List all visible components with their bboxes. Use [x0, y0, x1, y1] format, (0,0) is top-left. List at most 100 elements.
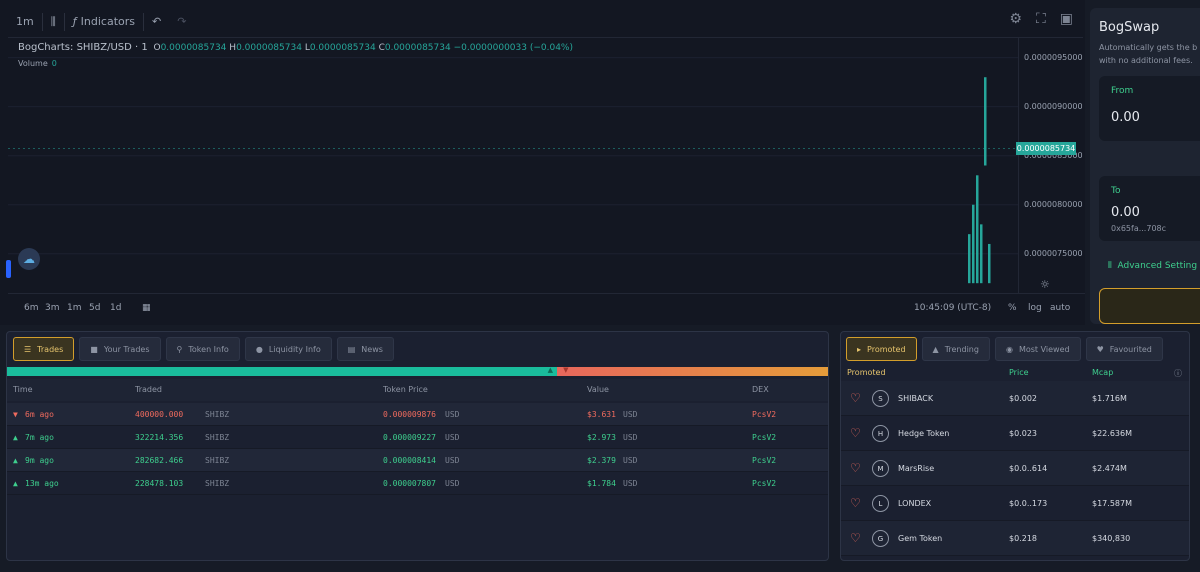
- trades-tabs: ☰ Trades ■ Your Trades ⚲ Token Info ● Liquid…: [13, 337, 394, 361]
- log-toggle[interactable]: log: [1028, 303, 1042, 313]
- advanced-settings-button[interactable]: ⫴ Advanced Setting: [1108, 261, 1197, 271]
- redo-icon[interactable]: ↷: [169, 11, 194, 33]
- fullscreen-icon[interactable]: ⛶: [1036, 11, 1046, 27]
- range-1d[interactable]: 1d: [110, 303, 121, 313]
- token-name[interactable]: Hedge Token: [898, 429, 949, 438]
- candle[interactable]: [976, 175, 979, 284]
- swap-button[interactable]: [1099, 288, 1200, 324]
- tab-most-viewed[interactable]: ◉ Most Viewed: [994, 337, 1081, 361]
- token-name[interactable]: MarsRise: [898, 464, 934, 473]
- swap-subtitle-line2: with no additional fees.: [1099, 56, 1193, 65]
- trade-value-currency: USD: [623, 456, 638, 465]
- token-price: $0.218: [1009, 534, 1037, 543]
- tab-your-trades[interactable]: ■ Your Trades: [79, 337, 161, 361]
- tab-token-info[interactable]: ⚲ Token Info: [165, 337, 240, 361]
- token-mcap: $22.636M: [1092, 429, 1132, 438]
- favourite-heart-icon[interactable]: ♡: [850, 496, 861, 510]
- bog-logo-icon: ☁: [18, 248, 40, 270]
- indicators-button[interactable]: ƒ Indicators: [65, 11, 143, 33]
- favourite-heart-icon[interactable]: ♡: [850, 426, 861, 440]
- token-mcap: $1.716M: [1092, 394, 1127, 403]
- trade-price: 0.000007807: [383, 479, 436, 488]
- range-6m[interactable]: 6m: [24, 303, 39, 313]
- promoted-row[interactable]: ♡ M MarsRise $0.0..614 $2.474M: [841, 451, 1189, 486]
- tab-label: Liquidity Info: [268, 344, 321, 354]
- price-axis[interactable]: 0.00000950000.00000900000.00000850000.00…: [1018, 38, 1085, 293]
- trade-dex[interactable]: PcsV2: [752, 433, 776, 442]
- tab-news[interactable]: ▤ News: [336, 337, 394, 361]
- user-icon: ■: [90, 344, 98, 354]
- candle[interactable]: [988, 243, 991, 284]
- swap-subtitle-line1: Automatically gets the b: [1099, 43, 1198, 52]
- tab-favourited[interactable]: ♥ Favourited: [1085, 337, 1163, 361]
- settings-icon[interactable]: ⚙: [1009, 11, 1022, 27]
- chart-toolbar: 1m ⫼ ƒ Indicators ↶ ↷ ⚙ ⛶ ▣: [8, 6, 1083, 38]
- from-amount-input[interactable]: 0.00: [1111, 110, 1140, 125]
- buy-arrow-icon: ▲: [547, 366, 554, 374]
- info-icon[interactable]: ⓘ: [1174, 368, 1182, 379]
- fire-icon: ▲: [932, 344, 939, 354]
- camera-icon[interactable]: ▣: [1060, 11, 1073, 27]
- to-box[interactable]: To 0.00 0x65fa...708c: [1099, 176, 1200, 241]
- auto-toggle[interactable]: auto: [1050, 303, 1070, 313]
- heart-icon: ♥: [1096, 344, 1104, 354]
- trade-row[interactable]: ▲ 7m ago 322214.356 SHIBZ 0.000009227 USD $2.9…: [7, 426, 828, 449]
- trade-price-currency: USD: [445, 456, 460, 465]
- tab-trades[interactable]: ☰ Trades: [13, 337, 75, 361]
- range-5d[interactable]: 5d: [89, 303, 100, 313]
- candles-icon[interactable]: ⫼: [43, 11, 64, 33]
- favourite-heart-icon[interactable]: ♡: [850, 391, 861, 405]
- tab-label: Favourited: [1109, 344, 1152, 354]
- candle[interactable]: [984, 77, 987, 166]
- trade-dex[interactable]: PcsV2: [752, 410, 776, 419]
- promoted-row[interactable]: ♡ L LONDEX $0.0..173 $17.587M: [841, 486, 1189, 521]
- tab-promoted[interactable]: ▸ Promoted: [846, 337, 917, 361]
- favourite-heart-icon[interactable]: ♡: [850, 531, 861, 545]
- to-amount-input[interactable]: 0.00: [1111, 205, 1140, 220]
- list-icon: ☰: [24, 344, 32, 354]
- trade-dex[interactable]: PcsV2: [752, 479, 776, 488]
- axis-settings-icon[interactable]: ☼: [1040, 278, 1050, 291]
- token-name[interactable]: Gem Token: [898, 534, 942, 543]
- calendar-icon[interactable]: ▦: [142, 303, 151, 313]
- promoted-row[interactable]: ♡ H Hedge Token $0.023 $22.636M: [841, 416, 1189, 451]
- trade-row[interactable]: ▲ 13m ago 228478.103 SHIBZ 0.000007807 USD $1.…: [7, 472, 828, 495]
- token-name[interactable]: SHIBACK: [898, 394, 933, 403]
- percent-toggle[interactable]: %: [1008, 303, 1017, 313]
- bogswap-panel: BogSwap Automatically gets the b with no …: [1090, 8, 1200, 324]
- promoted-row[interactable]: ♡ G Gem Token $0.218 $340,830: [841, 521, 1189, 556]
- promoted-table-header: Promoted Price Mcap ⓘ: [841, 366, 1189, 380]
- col-token-price: Token Price: [383, 385, 428, 394]
- range-3m[interactable]: 3m: [45, 303, 60, 313]
- last-price-tag: 0.0000085734: [1016, 142, 1076, 156]
- candle[interactable]: [972, 204, 975, 284]
- trade-dex[interactable]: PcsV2: [752, 456, 776, 465]
- tab-liquidity-info[interactable]: ● Liquidity Info: [244, 337, 332, 361]
- tab-trending[interactable]: ▲ Trending: [921, 337, 990, 361]
- candle[interactable]: [968, 234, 971, 284]
- to-label: To: [1111, 186, 1121, 196]
- candle[interactable]: [980, 224, 983, 284]
- y-tick-label: 0.0000080000: [1024, 199, 1083, 209]
- advanced-settings-label: Advanced Setting: [1117, 261, 1198, 271]
- trade-value: $2.379: [587, 456, 616, 465]
- trade-value-currency: USD: [623, 479, 638, 488]
- token-name[interactable]: LONDEX: [898, 499, 931, 508]
- favourite-heart-icon[interactable]: ♡: [850, 461, 861, 475]
- trade-price: 0.000009876: [383, 410, 436, 419]
- tab-label: Your Trades: [103, 344, 150, 354]
- chart-bottom-bar: 6m 3m 1m 5d 1d ▦ 10:45:09 (UTC-8) % log …: [8, 278, 1085, 323]
- undo-icon[interactable]: ↶: [144, 11, 169, 33]
- from-box[interactable]: From 0.00: [1099, 76, 1200, 141]
- chart-plot[interactable]: [8, 38, 1018, 293]
- drop-icon: ●: [255, 344, 263, 354]
- tab-label: Trending: [944, 344, 979, 354]
- trade-row[interactable]: ▲ 9m ago 282682.466 SHIBZ 0.000008414 USD $2.3…: [7, 449, 828, 472]
- trade-value-currency: USD: [623, 410, 638, 419]
- trade-row[interactable]: ▼ 6m ago 400000.000 SHIBZ 0.000009876 USD $3.6…: [7, 403, 828, 426]
- price-chart[interactable]: 1m ⫼ ƒ Indicators ↶ ↷ ⚙ ⛶ ▣ BogCharts: SH…: [0, 0, 1085, 325]
- promoted-row[interactable]: ♡ S SHIBACK $0.002 $1.716M: [841, 381, 1189, 416]
- range-1m[interactable]: 1m: [67, 303, 82, 313]
- interval-button[interactable]: 1m: [8, 11, 42, 33]
- scroll-indicator: [6, 260, 11, 278]
